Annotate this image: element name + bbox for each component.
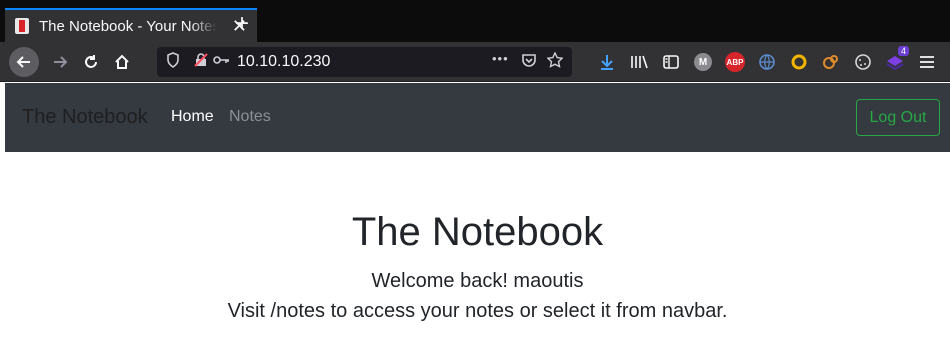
download-icon[interactable] xyxy=(595,50,619,74)
reload-button[interactable] xyxy=(76,47,106,77)
m-badge: M xyxy=(694,53,712,71)
cookie-editor-icon[interactable] xyxy=(819,50,843,74)
logout-button[interactable]: Log Out xyxy=(856,99,940,136)
ring-extension-icon[interactable] xyxy=(787,50,811,74)
tab-strip: The Notebook - Your Notes ✕ + xyxy=(0,0,950,42)
new-tab-button[interactable]: + xyxy=(235,12,249,36)
notes-hint: Visit /notes to access your notes or sel… xyxy=(227,300,728,322)
globe-extension-icon[interactable] xyxy=(755,50,779,74)
main-content: The Notebook Welcome back! maoutis Visit… xyxy=(5,152,950,363)
adblock-plus-icon[interactable]: ABP xyxy=(723,50,747,74)
back-button[interactable] xyxy=(9,47,39,77)
forward-button[interactable] xyxy=(45,47,75,77)
sidebar-icon[interactable] xyxy=(659,50,683,74)
insecure-lock-icon[interactable] xyxy=(193,52,209,71)
back-arrow-icon xyxy=(16,56,30,68)
reload-icon xyxy=(85,55,97,68)
page-actions-icon[interactable]: ••• xyxy=(492,51,509,66)
site-favicon-icon xyxy=(15,18,29,34)
page-title: The Notebook xyxy=(351,210,604,254)
m-extension-icon[interactable]: M xyxy=(691,50,715,74)
extension-count-badge: 4 xyxy=(897,46,909,56)
browser-tab[interactable]: The Notebook - Your Notes ✕ xyxy=(5,8,257,42)
abp-badge: ABP xyxy=(725,52,745,72)
forward-arrow-icon xyxy=(54,56,68,68)
key-icon[interactable] xyxy=(212,52,230,71)
nav-link-home[interactable]: Home xyxy=(171,108,214,126)
library-icon[interactable] xyxy=(627,50,651,74)
welcome-message: Welcome back! maoutis xyxy=(371,270,584,292)
pocket-icon[interactable] xyxy=(521,52,537,71)
url-text[interactable]: 10.10.10.230 xyxy=(237,53,330,71)
nav-link-notes[interactable]: Notes xyxy=(229,108,271,126)
site-navbar: The Notebook Home Notes Log Out xyxy=(5,83,950,152)
home-button[interactable] xyxy=(107,47,137,77)
cookie-icon[interactable] xyxy=(851,50,875,74)
navbar-brand[interactable]: The Notebook xyxy=(22,106,148,129)
home-icon xyxy=(115,54,129,69)
url-bar[interactable]: 10.10.10.230 ••• xyxy=(157,47,572,77)
tab-title: The Notebook - Your Notes xyxy=(39,17,217,35)
wappalyzer-icon[interactable]: 4 xyxy=(883,46,909,74)
hamburger-menu-icon[interactable] xyxy=(915,50,939,74)
toolbar-extensions: M ABP 4 xyxy=(595,46,947,74)
shield-icon[interactable] xyxy=(166,52,180,71)
bookmark-star-icon[interactable] xyxy=(546,51,564,71)
browser-toolbar: 10.10.10.230 ••• M ABP 4 xyxy=(0,42,950,82)
